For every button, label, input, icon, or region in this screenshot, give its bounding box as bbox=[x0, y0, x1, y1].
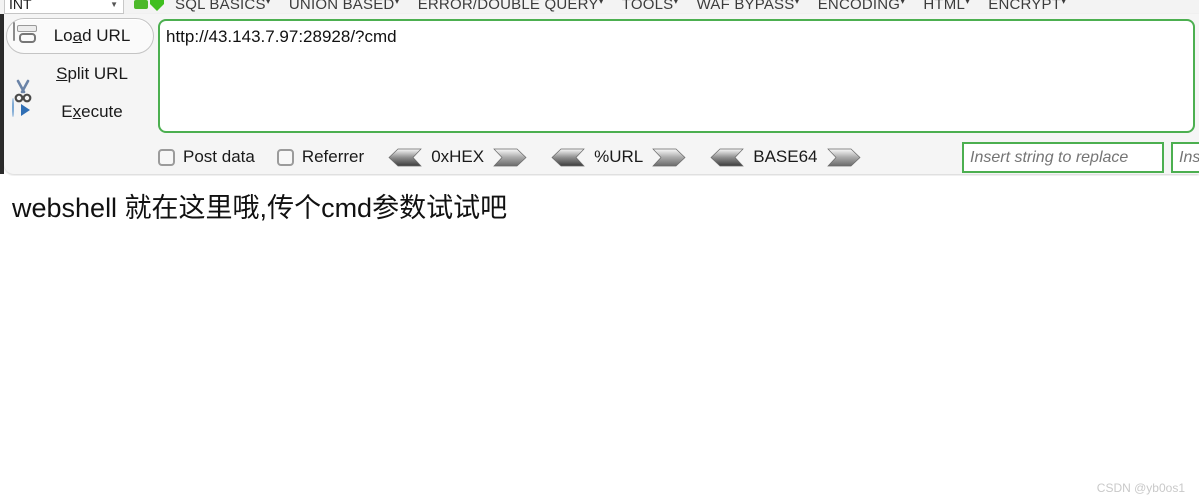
replace-fields-group bbox=[962, 142, 1199, 173]
submenu-marker-icon: ▾ bbox=[1061, 0, 1067, 7]
submenu-marker-icon: ▾ bbox=[673, 0, 679, 7]
referrer-label: Referrer bbox=[301, 147, 365, 166]
type-select-value: INT bbox=[9, 0, 32, 12]
watermark: CSDN @yb0os1 bbox=[1096, 481, 1185, 495]
checkbox-box bbox=[276, 148, 294, 166]
hex-codec-label: 0xHEX bbox=[431, 147, 485, 166]
drive-icon bbox=[13, 22, 43, 49]
post-data-label: Post data bbox=[183, 147, 255, 166]
post-data-checkbox[interactable]: Post data bbox=[158, 147, 255, 167]
referrer-checkbox[interactable]: Referrer bbox=[276, 147, 365, 167]
page-content: webshell 就在这里哦,传个cmd参数试试吧 CSDN @yb0os1 bbox=[0, 176, 1199, 503]
base64-encode-arrow-right-icon[interactable] bbox=[826, 148, 863, 167]
split-url-label: Split URL bbox=[56, 64, 128, 83]
type-select[interactable]: INT ▼ bbox=[4, 0, 124, 14]
browser-window: INT ▼ SQL BASICS▾ UNION BASED▾ ERROR/DOU… bbox=[0, 0, 1199, 503]
submenu-marker-icon: ▾ bbox=[794, 0, 800, 7]
hackbar-menubar: INT ▼ SQL BASICS▾ UNION BASED▾ ERROR/DOU… bbox=[0, 0, 1199, 14]
replace-string-input-1[interactable] bbox=[962, 142, 1164, 173]
menu-item-error-double-query[interactable]: ERROR/DOUBLE QUERY▾ bbox=[418, 0, 604, 13]
menu-item-tools[interactable]: TOOLS▾ bbox=[622, 0, 679, 13]
menu-item-sql-basics[interactable]: SQL BASICS▾ bbox=[175, 0, 271, 13]
url-encode-arrow-right-icon[interactable] bbox=[652, 148, 688, 167]
replace-string-input-2[interactable] bbox=[1171, 142, 1199, 173]
menu-label: HTML bbox=[923, 0, 966, 13]
base64-codec-group: BASE64 bbox=[708, 147, 862, 167]
menu-item-encoding[interactable]: ENCODING▾ bbox=[818, 0, 906, 13]
url-decode-arrow-left-icon[interactable] bbox=[549, 148, 585, 167]
hex-encode-arrow-right-icon[interactable] bbox=[493, 148, 529, 167]
menu-label: SQL BASICS bbox=[175, 0, 266, 13]
load-url-label: Load URL bbox=[53, 26, 131, 45]
menu-label: TOOLS bbox=[621, 0, 674, 13]
submenu-marker-icon: ▾ bbox=[598, 0, 604, 7]
play-icon bbox=[12, 98, 42, 125]
execute-button[interactable]: Execute bbox=[6, 94, 154, 130]
submenu-marker-icon: ▾ bbox=[265, 0, 271, 7]
split-url-button[interactable]: Split URL bbox=[6, 56, 154, 103]
menu-label: ENCODING bbox=[817, 0, 901, 13]
menu-item-union-based[interactable]: UNION BASED▾ bbox=[289, 0, 400, 13]
load-url-button[interactable]: Load URL bbox=[6, 18, 154, 54]
base64-decode-arrow-left-icon[interactable] bbox=[708, 148, 745, 167]
page-body-text: webshell 就在这里哦,传个cmd参数试试吧 bbox=[12, 193, 508, 223]
hackbar-options-row: Post data Referrer 0xHEX %URL BASE64 bbox=[158, 140, 883, 174]
url-input[interactable] bbox=[158, 19, 1195, 133]
submenu-marker-icon: ▾ bbox=[394, 0, 400, 7]
menu-label: ENCRYPT bbox=[988, 0, 1062, 13]
submenu-marker-icon: ▾ bbox=[965, 0, 971, 7]
hackbar-panel: Load URL Split URL Execute http://43.143… bbox=[4, 14, 1199, 174]
menu-label: UNION BASED bbox=[288, 0, 395, 13]
submenu-marker-icon: ▾ bbox=[900, 0, 906, 7]
chevron-down-icon: ▼ bbox=[110, 0, 118, 9]
menu-label: ERROR/DOUBLE QUERY bbox=[417, 0, 599, 13]
hex-decode-arrow-left-icon[interactable] bbox=[386, 148, 422, 167]
hex-codec-group: 0xHEX bbox=[386, 147, 529, 167]
menu-item-html[interactable]: HTML▾ bbox=[923, 0, 970, 13]
scissors-icon bbox=[12, 61, 42, 103]
execute-label: Execute bbox=[61, 102, 123, 121]
menu-item-waf-bypass[interactable]: WAF BYPASS▾ bbox=[697, 0, 800, 13]
hackbar-button-column: Load URL Split URL Execute bbox=[4, 14, 156, 138]
url-codec-label: %URL bbox=[594, 147, 644, 166]
green-minimize-icon[interactable] bbox=[134, 0, 148, 9]
menu-label: WAF BYPASS bbox=[696, 0, 795, 13]
checkbox-box bbox=[158, 148, 175, 166]
base64-codec-label: BASE64 bbox=[753, 147, 818, 166]
url-codec-group: %URL bbox=[549, 147, 688, 167]
menu-item-encrypt[interactable]: ENCRYPT▾ bbox=[988, 0, 1066, 13]
